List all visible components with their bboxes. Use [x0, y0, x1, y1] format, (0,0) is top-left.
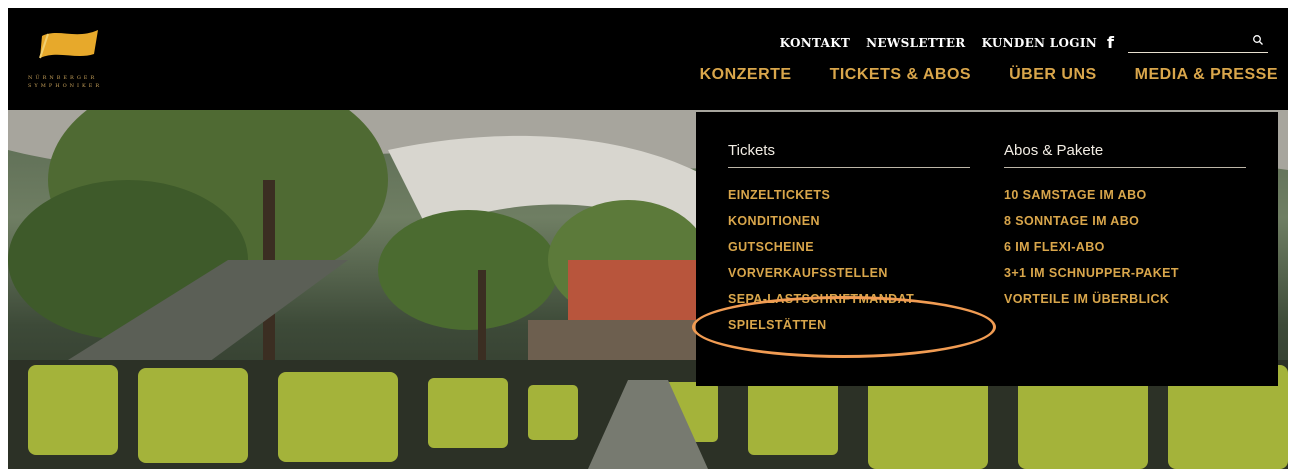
- menu-item-vorverkaufsstellen[interactable]: VORVERKAUFSSTELLEN: [728, 260, 970, 286]
- nav-konzerte[interactable]: KONZERTE: [700, 66, 792, 84]
- menu-item-3plus1-schnupper[interactable]: 3+1 IM SCHNUPPER-PAKET: [1004, 260, 1246, 286]
- facebook-icon[interactable]: f: [1107, 33, 1114, 52]
- menu-item-konditionen[interactable]: KONDITIONEN: [728, 208, 970, 234]
- logo-text-line2: SYMPHONIKER: [28, 83, 103, 89]
- highlight-circle: [692, 296, 996, 358]
- flag-logo-icon: [39, 30, 98, 59]
- nav-tickets-abos[interactable]: TICKETS & ABOS: [830, 66, 972, 84]
- abos-heading: Abos & Pakete: [1004, 142, 1246, 168]
- menu-item-gutscheine[interactable]: GUTSCHEINE: [728, 234, 970, 260]
- site-header: NÜRNBERGER SYMPHONIKER KONTAKT NEWSLETTE…: [8, 8, 1288, 110]
- abos-column: Abos & Pakete 10 SAMSTAGE IM ABO 8 SONNT…: [1004, 142, 1246, 312]
- tickets-heading: Tickets: [728, 142, 970, 168]
- menu-item-10-samstage[interactable]: 10 SAMSTAGE IM ABO: [1004, 182, 1246, 208]
- search-icon[interactable]: [1252, 34, 1264, 46]
- page-frame: NÜRNBERGER SYMPHONIKER KONTAKT NEWSLETTE…: [8, 8, 1288, 469]
- menu-item-8-sonntage[interactable]: 8 SONNTAGE IM ABO: [1004, 208, 1246, 234]
- logo-text-line1: NÜRNBERGER: [28, 75, 98, 81]
- menu-item-6-flexi-abo[interactable]: 6 IM FLEXI-ABO: [1004, 234, 1246, 260]
- search-input[interactable]: [1128, 33, 1250, 53]
- abos-list: 10 SAMSTAGE IM ABO 8 SONNTAGE IM ABO 6 I…: [1004, 182, 1246, 312]
- menu-item-vorteile-ueberblick[interactable]: VORTEILE IM ÜBERBLICK: [1004, 286, 1246, 312]
- site-logo[interactable]: NÜRNBERGER SYMPHONIKER: [28, 26, 158, 106]
- main-nav: KONZERTE TICKETS & ABOS ÜBER UNS MEDIA &…: [662, 66, 1278, 84]
- nav-ueber-uns[interactable]: ÜBER UNS: [1009, 66, 1097, 84]
- menu-item-einzeltickets[interactable]: EINZELTICKETS: [728, 182, 970, 208]
- nav-media-presse[interactable]: MEDIA & PRESSE: [1135, 66, 1278, 84]
- link-newsletter[interactable]: NEWSLETTER: [866, 36, 965, 50]
- link-kunden-login[interactable]: KUNDEN LOGIN: [982, 36, 1097, 50]
- search-box: [1128, 32, 1268, 53]
- link-kontakt[interactable]: KONTAKT: [780, 36, 851, 50]
- utility-nav: KONTAKT NEWSLETTER KUNDEN LOGIN f: [764, 32, 1268, 53]
- logo-wordmark: NÜRNBERGER SYMPHONIKER: [28, 74, 102, 90]
